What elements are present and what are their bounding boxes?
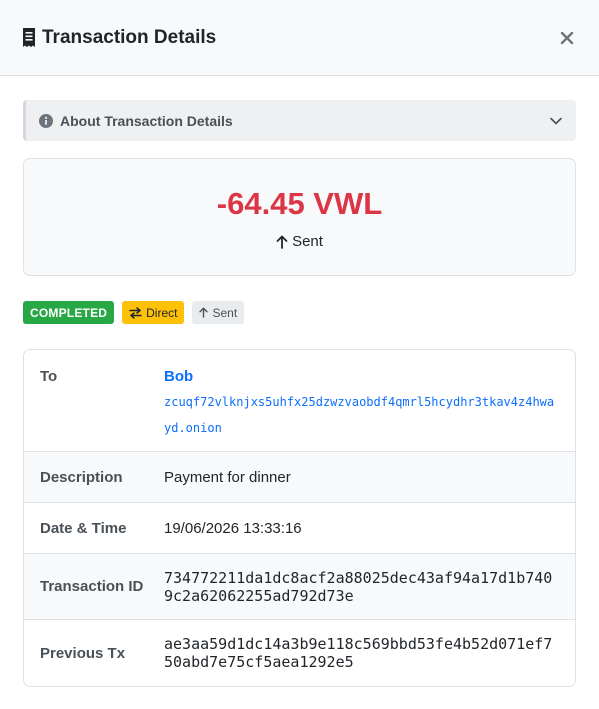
previous-tx-link[interactable]: ae3aa59d1dc14a3b9e118c569bbd53fe4b52d071…: [164, 635, 575, 671]
recipient-name[interactable]: Bob: [164, 368, 561, 385]
close-button[interactable]: [557, 28, 577, 48]
txid-value[interactable]: 734772211da1dc8acf2a88025dec43af94a17d1b…: [164, 569, 575, 605]
modal-title-text: Transaction Details: [42, 26, 217, 48]
about-accordion-toggle[interactable]: About Transaction Details: [23, 100, 576, 141]
receipt-icon: [22, 28, 36, 47]
details-row-previous-tx: Previous Tx ae3aa59d1dc14a3b9e118c569bbd…: [24, 620, 575, 686]
previous-tx-label: Previous Tx: [40, 644, 126, 662]
info-icon: [39, 113, 53, 128]
recipient-address[interactable]: zcuqf72vlknjxs5uhfx25dzwzvaobdf4qmrl5hcy…: [164, 389, 561, 441]
datetime-label: Date & Time: [40, 519, 127, 537]
modal-header: Transaction Details: [0, 0, 599, 76]
exchange-icon: [129, 306, 142, 319]
details-row-description: Description Payment for dinner: [24, 452, 575, 503]
direction-label: Sent: [24, 233, 575, 250]
type-badge-text: Direct: [146, 305, 178, 320]
amount-card: -64.45 VWL Sent: [23, 158, 576, 276]
close-icon: [560, 31, 574, 45]
transaction-details-modal: Transaction Details About Transaction De…: [0, 0, 599, 709]
modal-title: Transaction Details: [22, 27, 216, 49]
description-value: Payment for dinner: [164, 468, 291, 486]
direction-badge: Sent: [192, 301, 245, 324]
chevron-down-icon: [550, 117, 562, 125]
badge-group: COMPLETED Direct Sent: [23, 301, 576, 324]
datetime-value: 19/06/2026 13:33:16: [164, 519, 302, 537]
arrow-up-icon: [276, 235, 288, 249]
status-badge: COMPLETED: [23, 301, 115, 324]
accordion-label: About Transaction Details: [60, 112, 233, 129]
direction-text: Sent: [292, 233, 323, 250]
description-label: Description: [40, 468, 123, 486]
details-row-txid: Transaction ID 734772211da1dc8acf2a88025…: [24, 554, 575, 620]
type-badge: Direct: [122, 301, 185, 324]
arrow-up-icon: [199, 307, 209, 318]
transaction-amount: -64.45 VWL: [216, 186, 383, 221]
details-row-datetime: Date & Time 19/06/2026 13:33:16: [24, 503, 575, 554]
to-label: To: [40, 368, 58, 385]
direction-badge-text: Sent: [212, 305, 238, 320]
txid-label: Transaction ID: [40, 578, 144, 595]
details-row-to: To Bob zcuqf72vlknjxs5uhfx25dzwzvaobdf4q…: [24, 350, 575, 452]
details-table: To Bob zcuqf72vlknjxs5uhfx25dzwzvaobdf4q…: [23, 349, 576, 687]
